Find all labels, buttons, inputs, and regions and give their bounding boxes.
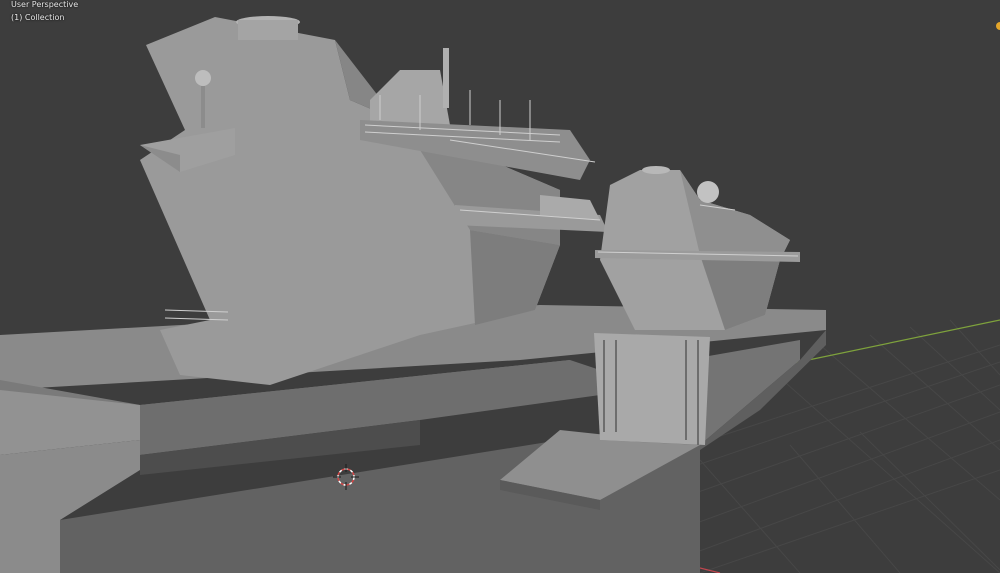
view-name-label: User Perspective <box>11 0 79 9</box>
collection-label: (1) Collection <box>11 13 65 22</box>
navigation-gizmo-icon[interactable] <box>996 22 1000 30</box>
3d-viewport[interactable]: User Perspective (1) Collection <box>0 0 1000 573</box>
aft-island[interactable] <box>594 166 800 445</box>
3d-scene[interactable] <box>0 0 1000 573</box>
